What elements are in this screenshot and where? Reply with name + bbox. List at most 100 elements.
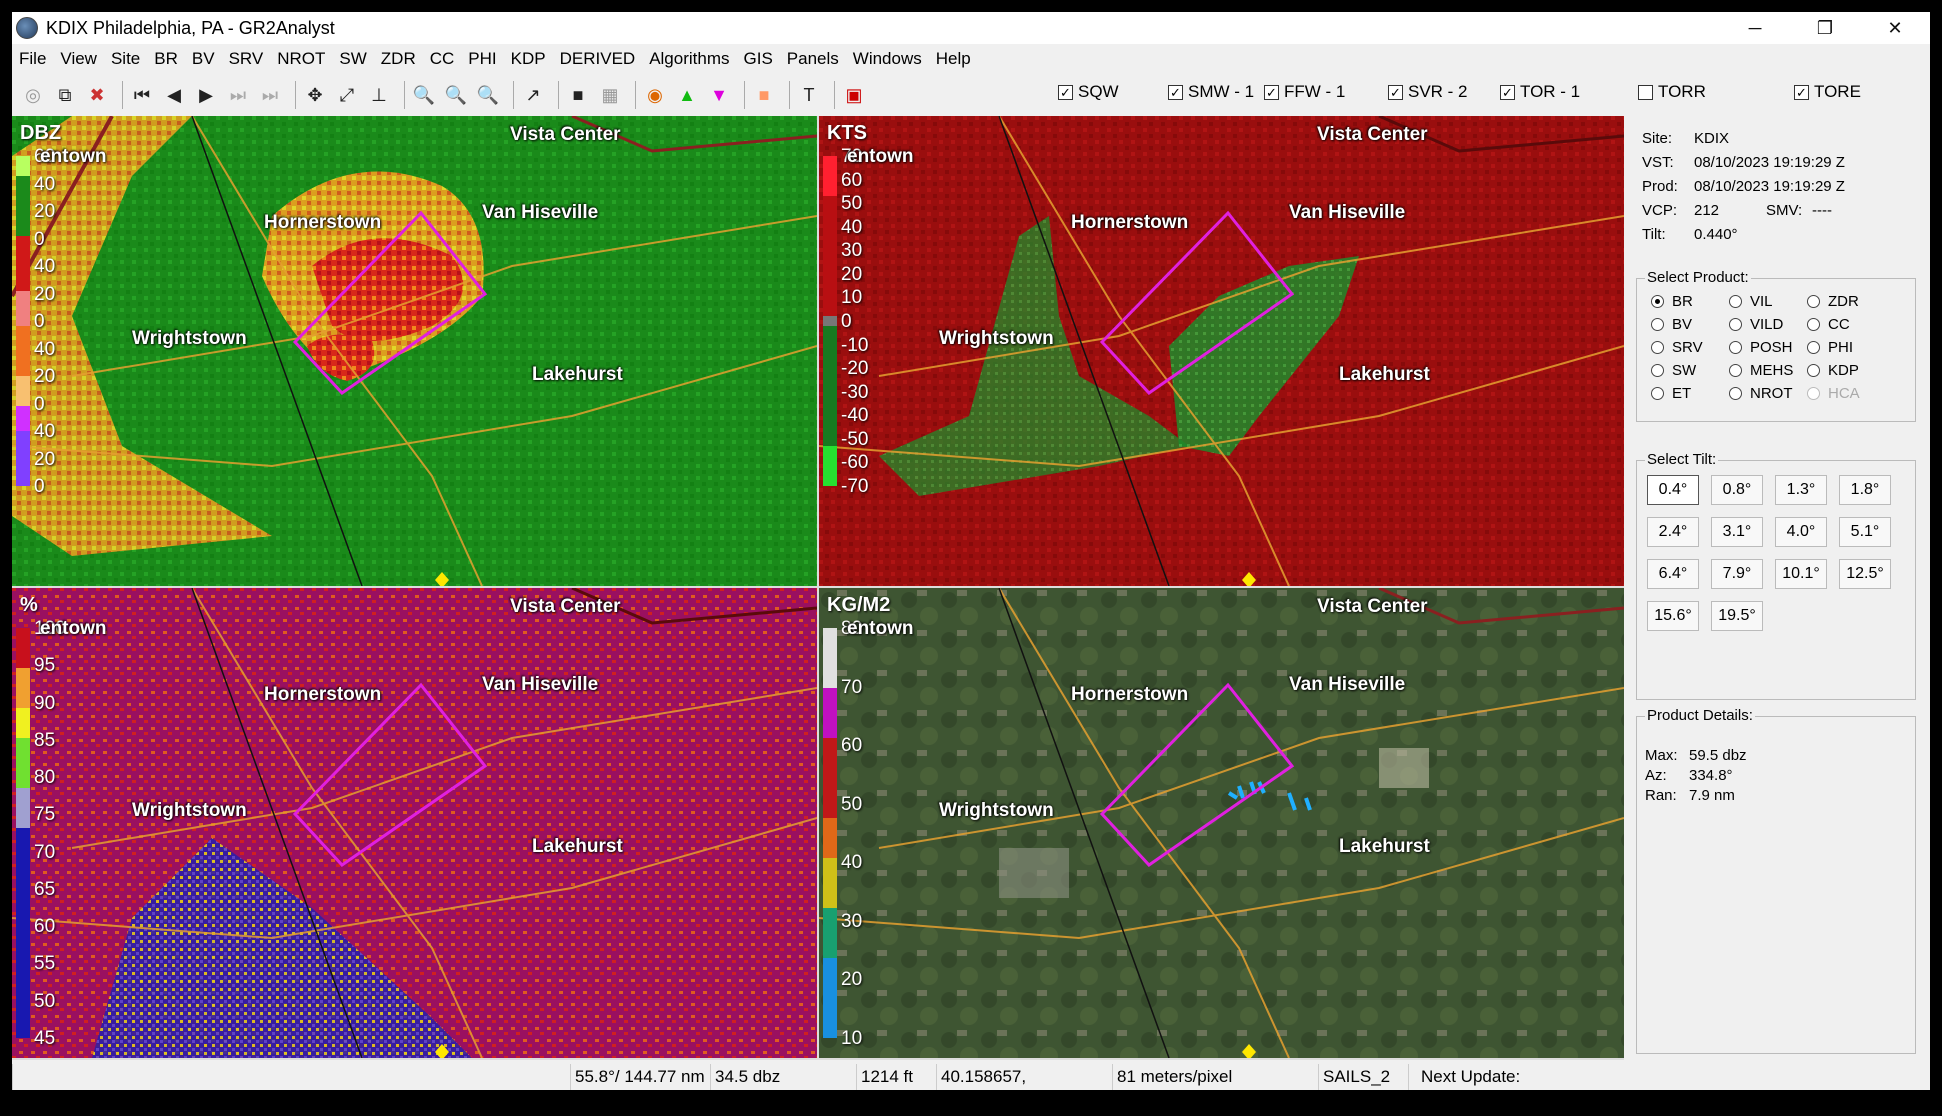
radio-circle[interactable]: [1729, 318, 1742, 331]
tilt-button[interactable]: 15.6°: [1647, 601, 1699, 631]
pan-icon[interactable]: ✥: [302, 82, 328, 108]
hurricane-icon[interactable]: ◉: [642, 82, 668, 108]
radio-circle[interactable]: [1807, 295, 1820, 308]
minimize-button[interactable]: ─: [1720, 12, 1790, 44]
last-frame-icon[interactable]: ⏭: [257, 82, 283, 108]
menu-site[interactable]: Site: [104, 49, 147, 69]
checkbox[interactable]: ✓: [1500, 84, 1515, 100]
tilt-button[interactable]: 3.1°: [1711, 517, 1763, 547]
checkbox[interactable]: [1638, 84, 1653, 100]
color-table-icon[interactable]: ■: [751, 82, 777, 108]
menu-phi[interactable]: PHI: [461, 49, 503, 69]
panel-vil[interactable]: KG/M2 80 70 60 50 40 30 20 10 Vista Center entow…: [819, 588, 1624, 1058]
menu-windows[interactable]: Windows: [846, 49, 929, 69]
menu-panels[interactable]: Panels: [780, 49, 846, 69]
arrow-icon[interactable]: ↗: [520, 82, 546, 108]
radio-circle[interactable]: [1729, 387, 1742, 400]
zoom-reset-icon[interactable]: 🔍: [475, 82, 501, 108]
radio-circle[interactable]: [1651, 364, 1664, 377]
menu-zdr[interactable]: ZDR: [374, 49, 423, 69]
menu-help[interactable]: Help: [929, 49, 978, 69]
menu-derived[interactable]: DERIVED: [553, 49, 643, 69]
warning-toggle-tore[interactable]: ✓ TORE: [1794, 82, 1861, 102]
measure-icon[interactable]: ⤢: [334, 82, 360, 108]
panel-velocity[interactable]: KTS 70 60 50 40 30 20 10 0 -10 -20 -30 -40 -50 -60 -70…: [819, 116, 1624, 586]
remove-radar-icon[interactable]: ✖: [84, 82, 110, 108]
next-frame-icon[interactable]: ⏭: [225, 82, 251, 108]
checkbox[interactable]: ✓: [1058, 84, 1073, 100]
product-radio-br[interactable]: BR: [1651, 293, 1693, 310]
product-radio-bv[interactable]: BV: [1651, 316, 1692, 333]
menu-cc[interactable]: CC: [423, 49, 462, 69]
tilt-button[interactable]: 4.0°: [1775, 517, 1827, 547]
checkbox[interactable]: ✓: [1264, 84, 1279, 100]
stop-icon[interactable]: ▣: [841, 82, 867, 108]
tilt-button[interactable]: 5.1°: [1839, 517, 1891, 547]
radio-circle[interactable]: [1651, 387, 1664, 400]
zoom-out-icon[interactable]: 🔍: [443, 82, 469, 108]
radio-circle[interactable]: [1807, 341, 1820, 354]
prev-frame-icon[interactable]: ◀: [161, 82, 187, 108]
storm-track-up-icon[interactable]: ▲: [674, 82, 700, 108]
tilt-button[interactable]: 7.9°: [1711, 559, 1763, 589]
checkbox[interactable]: ✓: [1168, 84, 1183, 100]
tilt-button[interactable]: 0.4°: [1647, 475, 1699, 505]
tilt-button[interactable]: 1.8°: [1839, 475, 1891, 505]
text-icon[interactable]: T: [796, 82, 822, 108]
product-radio-cc[interactable]: CC: [1807, 316, 1850, 333]
menu-srv[interactable]: SRV: [222, 49, 271, 69]
tilt-button[interactable]: 10.1°: [1775, 559, 1827, 589]
product-radio-vil[interactable]: VIL: [1729, 293, 1773, 310]
product-radio-sw[interactable]: SW: [1651, 362, 1696, 379]
grid-icon[interactable]: ▦: [597, 82, 623, 108]
menu-bv[interactable]: BV: [185, 49, 222, 69]
menu-file[interactable]: File: [12, 49, 53, 69]
panel-reflectivity[interactable]: DBZ 60 40 20 0 40 20 0 40 20 0 40 20 0 Vista Center e…: [12, 116, 817, 586]
first-frame-icon[interactable]: ⏮: [129, 82, 155, 108]
warning-toggle-svr[interactable]: ✓ SVR - 2: [1388, 82, 1468, 102]
product-radio-kdp[interactable]: KDP: [1807, 362, 1859, 379]
product-radio-srv[interactable]: SRV: [1651, 339, 1703, 356]
fill-icon[interactable]: ■: [565, 82, 591, 108]
radio-circle[interactable]: [1651, 295, 1664, 308]
warning-toggle-torr[interactable]: TORR: [1638, 82, 1706, 102]
radio-circle[interactable]: [1651, 341, 1664, 354]
product-radio-nrot[interactable]: NROT: [1729, 385, 1793, 402]
maximize-button[interactable]: ❐: [1790, 12, 1860, 44]
zoom-globe-icon[interactable]: ◎: [20, 82, 46, 108]
panel-cc[interactable]: % 100 95 90 85 80 75 70 65 60 55 50 45 Vista Center…: [12, 588, 817, 1058]
warning-toggle-sqw[interactable]: ✓ SQW: [1058, 82, 1119, 102]
radio-circle[interactable]: [1807, 318, 1820, 331]
menu-br[interactable]: BR: [147, 49, 185, 69]
tilt-button[interactable]: 1.3°: [1775, 475, 1827, 505]
menu-nrot[interactable]: NROT: [270, 49, 332, 69]
copy-icon[interactable]: ⧉: [52, 82, 78, 108]
radio-circle[interactable]: [1729, 295, 1742, 308]
tilt-button[interactable]: 2.4°: [1647, 517, 1699, 547]
cross-section-icon[interactable]: ⊥: [366, 82, 392, 108]
radio-circle[interactable]: [1729, 364, 1742, 377]
menu-gis[interactable]: GIS: [737, 49, 780, 69]
warning-toggle-smw[interactable]: ✓ SMW - 1: [1168, 82, 1254, 102]
warning-toggle-ffw[interactable]: ✓ FFW - 1: [1264, 82, 1345, 102]
zoom-in-icon[interactable]: 🔍: [411, 82, 437, 108]
product-radio-zdr[interactable]: ZDR: [1807, 293, 1859, 310]
play-icon[interactable]: ▶: [193, 82, 219, 108]
close-button[interactable]: ✕: [1860, 12, 1930, 44]
product-radio-phi[interactable]: PHI: [1807, 339, 1853, 356]
radio-circle[interactable]: [1729, 341, 1742, 354]
product-radio-hca[interactable]: HCA: [1807, 385, 1860, 402]
product-radio-posh[interactable]: POSH: [1729, 339, 1793, 356]
menu-algorithms[interactable]: Algorithms: [642, 49, 736, 69]
radio-circle[interactable]: [1651, 318, 1664, 331]
menu-view[interactable]: View: [53, 49, 104, 69]
checkbox[interactable]: ✓: [1794, 84, 1809, 100]
warning-toggle-tor[interactable]: ✓ TOR - 1: [1500, 82, 1580, 102]
menu-sw[interactable]: SW: [332, 49, 373, 69]
tilt-button[interactable]: 12.5°: [1839, 559, 1891, 589]
product-radio-vild[interactable]: VILD: [1729, 316, 1783, 333]
menu-kdp[interactable]: KDP: [504, 49, 553, 69]
tilt-button[interactable]: 6.4°: [1647, 559, 1699, 589]
tilt-button[interactable]: 0.8°: [1711, 475, 1763, 505]
tilt-button[interactable]: 19.5°: [1711, 601, 1763, 631]
